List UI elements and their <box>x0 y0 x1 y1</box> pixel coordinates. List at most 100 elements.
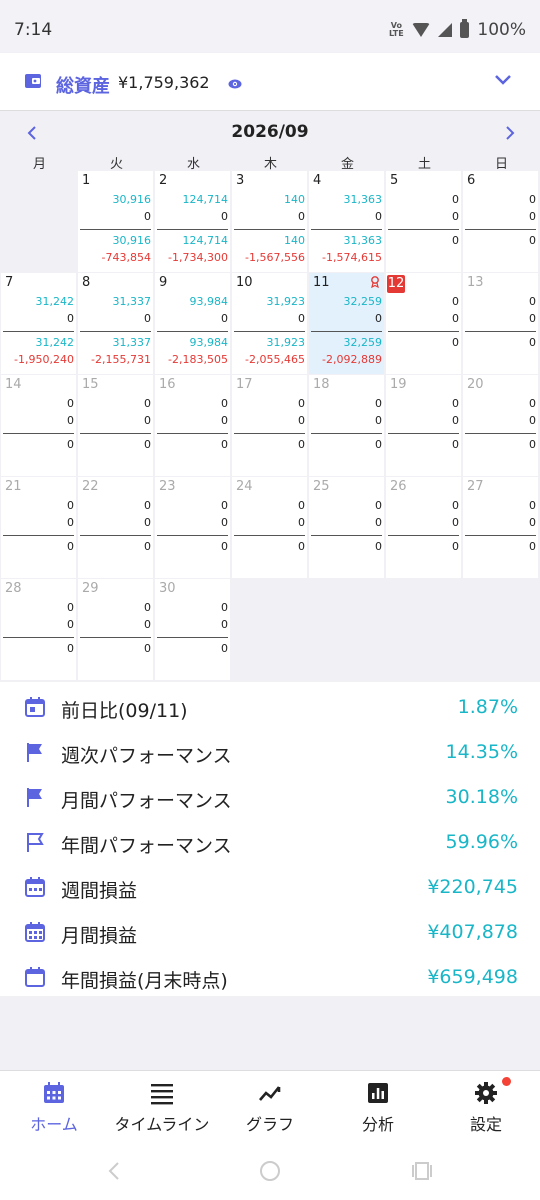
cell-divider <box>388 331 459 332</box>
cell-divider <box>3 535 74 536</box>
calendar-day-cell[interactable]: 30 0 0 0 <box>155 579 230 680</box>
day-profit-value: 32,259 <box>343 295 383 308</box>
back-icon[interactable] <box>104 1160 124 1182</box>
day-profit-value: 0 <box>144 397 151 410</box>
nav-tab[interactable]: タイムライン <box>108 1071 216 1143</box>
calendar-day-cell[interactable]: 27 0 0 0 <box>463 477 538 578</box>
home-icon[interactable] <box>259 1160 281 1182</box>
calendar-day-cell[interactable]: 29 0 0 0 <box>78 579 153 680</box>
day-total-value: 0 <box>144 438 151 451</box>
calendar-day-cell[interactable]: 6 0 0 0 <box>463 171 538 272</box>
day-cumulative-loss: -2,155,731 <box>91 353 151 366</box>
day-secondary-value: 0 <box>67 516 74 529</box>
day-cumulative-loss: -1,950,240 <box>14 353 74 366</box>
calendar-day-cell[interactable]: 15 0 0 0 <box>78 375 153 476</box>
summary-value: 1.87% <box>457 696 518 718</box>
nav-tab-label: ホーム <box>30 1115 78 1134</box>
day-total-value: 32,259 <box>343 336 383 349</box>
calendar-day-cell[interactable]: 8 31,337 0 31,337 -2,155,731 <box>78 273 153 374</box>
cell-divider <box>3 331 74 332</box>
day-profit-value: 31,923 <box>266 295 306 308</box>
month-navigation: 2026/09 <box>0 113 540 153</box>
day-total-value: 30,916 <box>112 234 152 247</box>
next-month-button[interactable] <box>500 123 520 143</box>
summary-row: 前日比(09/11) 1.87% <box>0 687 540 727</box>
calendar-day-cell[interactable]: 26 0 0 0 <box>386 477 461 578</box>
calendar-day-cell[interactable]: 12 0 0 0 <box>386 273 461 374</box>
day-number: 14 <box>5 377 22 392</box>
cell-divider <box>311 535 382 536</box>
weekday-header: 月火水木金土日 <box>0 153 540 173</box>
day-secondary-value: 0 <box>221 210 228 223</box>
calendar-day-cell[interactable]: 22 0 0 0 <box>78 477 153 578</box>
day-profit-value: 0 <box>529 499 536 512</box>
nav-tab[interactable]: ホーム <box>0 1071 108 1143</box>
calendar-day-cell[interactable]: 1 30,916 0 30,916 -743,854 <box>78 171 153 272</box>
day-secondary-value: 0 <box>144 312 151 325</box>
summary-value: 14.35% <box>445 741 518 763</box>
calendar-day-cell[interactable]: 17 0 0 0 <box>232 375 307 476</box>
calendar-day-cell[interactable]: 20 0 0 0 <box>463 375 538 476</box>
calendar-grid-icon <box>44 1082 64 1103</box>
calendar-day-cell[interactable]: 2 124,714 0 124,714 -1,734,300 <box>155 171 230 272</box>
day-secondary-value: 0 <box>298 312 305 325</box>
day-secondary-value: 0 <box>529 210 536 223</box>
day-number: 19 <box>390 377 407 392</box>
calendar-day-cell[interactable]: 23 0 0 0 <box>155 477 230 578</box>
calendar-day-cell[interactable]: 11 32,259 0 32,259 -2,092,889 <box>309 273 384 374</box>
chevron-down-icon[interactable] <box>494 74 512 86</box>
calendar-day-cell[interactable]: 10 31,923 0 31,923 -2,055,465 <box>232 273 307 374</box>
calendar-day-cell[interactable]: 24 0 0 0 <box>232 477 307 578</box>
total-assets-label: 総資産 <box>56 76 110 97</box>
calendar-day-cell[interactable]: 13 0 0 0 <box>463 273 538 374</box>
calendar-day-cell[interactable]: 14 0 0 0 <box>1 375 76 476</box>
day-profit-value: 0 <box>144 601 151 614</box>
nav-tab[interactable]: グラフ <box>216 1071 324 1143</box>
cell-divider <box>465 433 536 434</box>
summary-list: 前日比(09/11) 1.87% 週次パフォーマンス 14.35% 月間パフォーマンス 3… <box>0 682 540 996</box>
cell-divider <box>3 433 74 434</box>
cell-divider <box>80 433 151 434</box>
nav-tab[interactable]: 設定 <box>432 1071 540 1143</box>
day-secondary-value: 0 <box>298 414 305 427</box>
day-number: 23 <box>159 479 176 494</box>
day-secondary-value: 0 <box>375 516 382 529</box>
status-bar: 7:14 Vo LTE 100% <box>0 0 540 52</box>
day-profit-value: 0 <box>529 193 536 206</box>
day-profit-value: 0 <box>452 397 459 410</box>
calendar-day-cell[interactable]: 4 31,363 0 31,363 -1,574,615 <box>309 171 384 272</box>
day-profit-value: 30,916 <box>112 193 152 206</box>
calendar-day-cell[interactable]: 7 31,242 0 31,242 -1,950,240 <box>1 273 76 374</box>
day-cumulative-loss: -2,055,465 <box>245 353 305 366</box>
day-total-value: 124,714 <box>182 234 229 247</box>
eye-icon[interactable] <box>228 79 242 89</box>
bar-chart-icon <box>368 1083 388 1103</box>
calendar-day-cell[interactable]: 3 140 0 140 -1,567,556 <box>232 171 307 272</box>
day-profit-value: 0 <box>452 295 459 308</box>
day-total-value: 93,984 <box>189 336 229 349</box>
calendar-day-cell[interactable]: 25 0 0 0 <box>309 477 384 578</box>
day-total-value: 31,242 <box>35 336 75 349</box>
total-assets-card[interactable]: 総資産 ¥1,759,362 <box>0 53 540 111</box>
calendar-day-cell[interactable]: 19 0 0 0 <box>386 375 461 476</box>
battery-icon <box>460 19 470 38</box>
calendar-day-cell[interactable]: 18 0 0 0 <box>309 375 384 476</box>
nav-tab[interactable]: 分析 <box>324 1071 432 1143</box>
cell-divider <box>234 331 305 332</box>
day-number: 28 <box>5 581 22 596</box>
day-number: 10 <box>236 275 253 290</box>
day-profit-value: 0 <box>67 499 74 512</box>
calendar-day-cell[interactable]: 5 0 0 0 <box>386 171 461 272</box>
calendar-day-cell[interactable]: 9 93,984 0 93,984 -2,183,505 <box>155 273 230 374</box>
summary-row: 年間パフォーマンス 59.96% <box>0 822 540 862</box>
summary-row: 週間損益 ¥220,745 <box>0 867 540 907</box>
calendar-day-cell[interactable]: 28 0 0 0 <box>1 579 76 680</box>
recents-icon[interactable] <box>411 1160 433 1182</box>
day-number: 4 <box>313 173 322 188</box>
day-profit-value: 0 <box>298 397 305 410</box>
summary-row: 年間損益(月末時点) ¥659,498 <box>0 957 540 997</box>
cell-divider <box>157 229 228 230</box>
selected-day-number: 12 <box>387 275 405 293</box>
calendar-day-cell[interactable]: 21 0 0 0 <box>1 477 76 578</box>
calendar-day-cell[interactable]: 16 0 0 0 <box>155 375 230 476</box>
